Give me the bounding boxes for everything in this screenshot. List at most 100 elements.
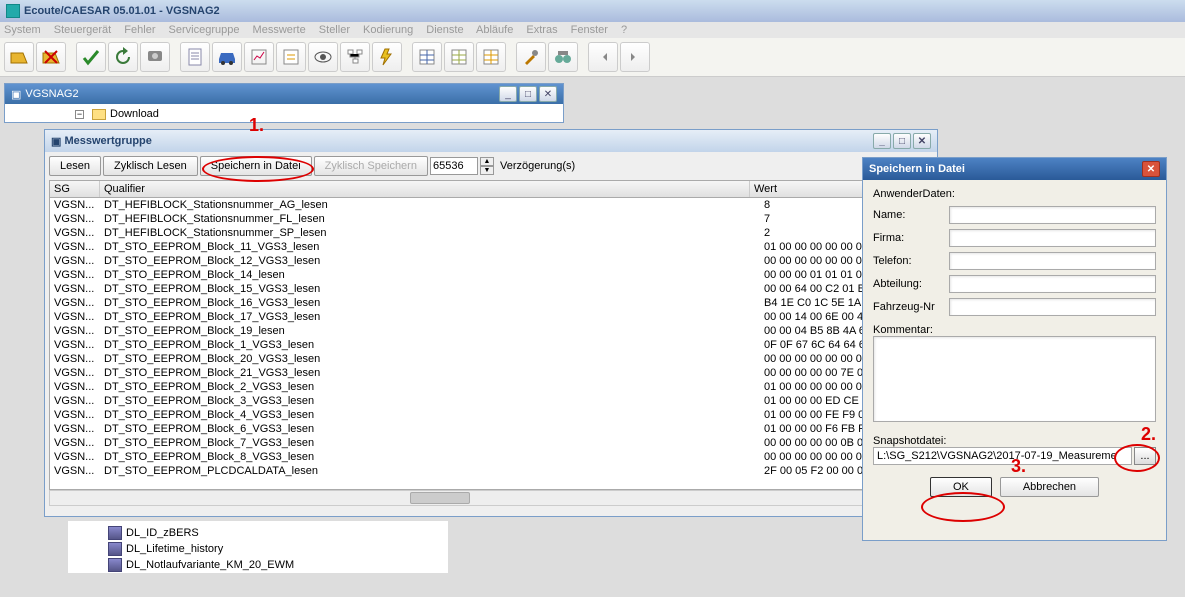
table1-icon[interactable] bbox=[412, 42, 442, 72]
table-row[interactable]: VGSN...DT_STO_EEPROM_Block_15_VGS3_lesen… bbox=[50, 282, 932, 296]
car-icon[interactable] bbox=[212, 42, 242, 72]
check-icon[interactable] bbox=[76, 42, 106, 72]
chart-icon[interactable] bbox=[244, 42, 274, 72]
input-name[interactable] bbox=[949, 206, 1156, 224]
plug-connect-icon[interactable] bbox=[588, 42, 618, 72]
tree-item-download[interactable]: − Download bbox=[75, 108, 555, 120]
cell-qualifier: DT_STO_EEPROM_Block_8_VGS3_lesen bbox=[100, 450, 760, 464]
menu-ablaeufe[interactable]: Abläufe bbox=[476, 24, 513, 36]
flash-icon[interactable] bbox=[372, 42, 402, 72]
disk-icon[interactable] bbox=[140, 42, 170, 72]
doc-icon[interactable] bbox=[180, 42, 210, 72]
cell-qualifier: DT_STO_EEPROM_Block_14_lesen bbox=[100, 268, 760, 282]
eye-icon[interactable] bbox=[308, 42, 338, 72]
grid-body[interactable]: VGSN...DT_HEFIBLOCK_Stationsnummer_AG_le… bbox=[50, 198, 932, 486]
input-kommentar[interactable] bbox=[873, 336, 1156, 422]
speichern-in-datei-button[interactable]: Speichern in Datei bbox=[200, 156, 312, 176]
tree-view[interactable]: − Download bbox=[5, 104, 563, 122]
table-row[interactable]: VGSN...DT_HEFIBLOCK_Stationsnummer_SP_le… bbox=[50, 226, 932, 240]
dialog-titlebar[interactable]: Speichern in Datei ✕ bbox=[863, 158, 1166, 180]
table-row[interactable]: VGSN...DT_STO_EEPROM_Block_8_VGS3_lesen0… bbox=[50, 450, 932, 464]
open-icon[interactable] bbox=[4, 42, 34, 72]
close-file-icon[interactable] bbox=[36, 42, 66, 72]
zyklisch-speichern-button[interactable]: Zyklisch Speichern bbox=[314, 156, 428, 176]
messwert-titlebar[interactable]: ▣ Messwertgruppe _ □ ✕ bbox=[45, 130, 937, 152]
lesen-button[interactable]: Lesen bbox=[49, 156, 101, 176]
table-row[interactable]: VGSN...DT_HEFIBLOCK_Stationsnummer_FL_le… bbox=[50, 212, 932, 226]
window-vgsnag2-titlebar[interactable]: ▣ VGSNAG2 _ □ ✕ bbox=[5, 84, 563, 104]
menu-steuergeraet[interactable]: Steuergerät bbox=[54, 24, 111, 36]
tree-label: Download bbox=[110, 108, 159, 120]
close-icon[interactable]: ✕ bbox=[913, 133, 931, 149]
tree-item[interactable]: DL_Lifetime_history bbox=[108, 541, 448, 557]
plug-disconnect-icon[interactable] bbox=[620, 42, 650, 72]
collapse-icon[interactable]: − bbox=[75, 110, 84, 119]
table-row[interactable]: VGSN...DT_STO_EEPROM_PLCDCALDATA_lesen2F… bbox=[50, 464, 932, 478]
table-row[interactable]: VGSN...DT_STO_EEPROM_Block_12_VGS3_lesen… bbox=[50, 254, 932, 268]
abbrechen-button[interactable]: Abbrechen bbox=[1000, 477, 1099, 497]
zyklisch-lesen-button[interactable]: Zyklisch Lesen bbox=[103, 156, 198, 176]
close-icon[interactable]: ✕ bbox=[539, 86, 557, 102]
menu-fehler[interactable]: Fehler bbox=[124, 24, 155, 36]
menu-extras[interactable]: Extras bbox=[526, 24, 557, 36]
label-fahrzeug: Fahrzeug-Nr bbox=[873, 301, 949, 313]
menu-fenster[interactable]: Fenster bbox=[571, 24, 608, 36]
verzoegerung-input[interactable] bbox=[430, 157, 478, 175]
menu-kodierung[interactable]: Kodierung bbox=[363, 24, 413, 36]
menu-help[interactable]: ? bbox=[621, 24, 627, 36]
tools-icon[interactable] bbox=[516, 42, 546, 72]
maximize-icon[interactable]: □ bbox=[893, 133, 911, 149]
table-row[interactable]: VGSN...DT_STO_EEPROM_Block_16_VGS3_lesen… bbox=[50, 296, 932, 310]
table2-icon[interactable] bbox=[444, 42, 474, 72]
table-row[interactable]: VGSN...DT_STO_EEPROM_Block_2_VGS3_lesen0… bbox=[50, 380, 932, 394]
table-row[interactable]: VGSN...DT_STO_EEPROM_Block_6_VGS3_lesen0… bbox=[50, 422, 932, 436]
table-row[interactable]: VGSN...DT_STO_EEPROM_Block_1_VGS3_lesen0… bbox=[50, 338, 932, 352]
menu-servicegruppe[interactable]: Servicegruppe bbox=[169, 24, 240, 36]
input-telefon[interactable] bbox=[949, 252, 1156, 270]
menu-steller[interactable]: Steller bbox=[319, 24, 350, 36]
horizontal-scrollbar[interactable] bbox=[49, 490, 933, 506]
ok-button[interactable]: OK bbox=[930, 477, 992, 497]
slider-icon[interactable] bbox=[276, 42, 306, 72]
input-fahrzeug[interactable] bbox=[949, 298, 1156, 316]
table-row[interactable]: VGSN...DT_STO_EEPROM_Block_7_VGS3_lesen0… bbox=[50, 436, 932, 450]
menu-system[interactable]: System bbox=[4, 24, 41, 36]
input-abteilung[interactable] bbox=[949, 275, 1156, 293]
col-qualifier[interactable]: Qualifier bbox=[100, 181, 750, 197]
cell-sg: VGSN... bbox=[50, 296, 100, 310]
spin-up-icon[interactable]: ▲ bbox=[480, 157, 494, 166]
cell-sg: VGSN... bbox=[50, 408, 100, 422]
table-row[interactable]: VGSN...DT_STO_EEPROM_Block_21_VGS3_lesen… bbox=[50, 366, 932, 380]
browse-button[interactable]: ... bbox=[1134, 447, 1156, 465]
input-firma[interactable] bbox=[949, 229, 1156, 247]
tree-icon[interactable] bbox=[340, 42, 370, 72]
table-row[interactable]: VGSN...DT_STO_EEPROM_Block_19_lesen00 00… bbox=[50, 324, 932, 338]
table3-icon[interactable] bbox=[476, 42, 506, 72]
table-row[interactable]: VGSN...DT_STO_EEPROM_Block_14_lesen00 00… bbox=[50, 268, 932, 282]
table-row[interactable]: VGSN...DT_HEFIBLOCK_Stationsnummer_AG_le… bbox=[50, 198, 932, 212]
dialog-title: Speichern in Datei bbox=[869, 163, 965, 175]
binoculars-icon[interactable] bbox=[548, 42, 578, 72]
scrollbar-thumb[interactable] bbox=[410, 492, 470, 504]
spin-down-icon[interactable]: ▼ bbox=[480, 166, 494, 175]
refresh-icon[interactable] bbox=[108, 42, 138, 72]
maximize-icon[interactable]: □ bbox=[519, 86, 537, 102]
cell-qualifier: DT_STO_EEPROM_Block_15_VGS3_lesen bbox=[100, 282, 760, 296]
window-vgsnag2: ▣ VGSNAG2 _ □ ✕ − Download bbox=[4, 83, 564, 123]
table-row[interactable]: VGSN...DT_STO_EEPROM_Block_17_VGS3_lesen… bbox=[50, 310, 932, 324]
table-row[interactable]: VGSN...DT_STO_EEPROM_Block_11_VGS3_lesen… bbox=[50, 240, 932, 254]
table-row[interactable]: VGSN...DT_STO_EEPROM_Block_3_VGS3_lesen0… bbox=[50, 394, 932, 408]
minimize-icon[interactable]: _ bbox=[499, 86, 517, 102]
table-row[interactable]: VGSN...DT_STO_EEPROM_Block_4_VGS3_lesen0… bbox=[50, 408, 932, 422]
tree-label: DL_Lifetime_history bbox=[126, 543, 223, 555]
col-sg[interactable]: SG bbox=[50, 181, 100, 197]
cell-sg: VGSN... bbox=[50, 254, 100, 268]
menu-messwerte[interactable]: Messwerte bbox=[253, 24, 306, 36]
tree-item[interactable]: DL_Notlaufvariante_KM_20_EWM bbox=[108, 557, 448, 573]
minimize-icon[interactable]: _ bbox=[873, 133, 891, 149]
dialog-close-icon[interactable]: ✕ bbox=[1142, 161, 1160, 177]
tree-item[interactable]: DL_ID_zBERS bbox=[108, 525, 448, 541]
menu-dienste[interactable]: Dienste bbox=[426, 24, 463, 36]
table-row[interactable]: VGSN...DT_STO_EEPROM_Block_20_VGS3_lesen… bbox=[50, 352, 932, 366]
input-snapshot[interactable] bbox=[873, 447, 1132, 465]
